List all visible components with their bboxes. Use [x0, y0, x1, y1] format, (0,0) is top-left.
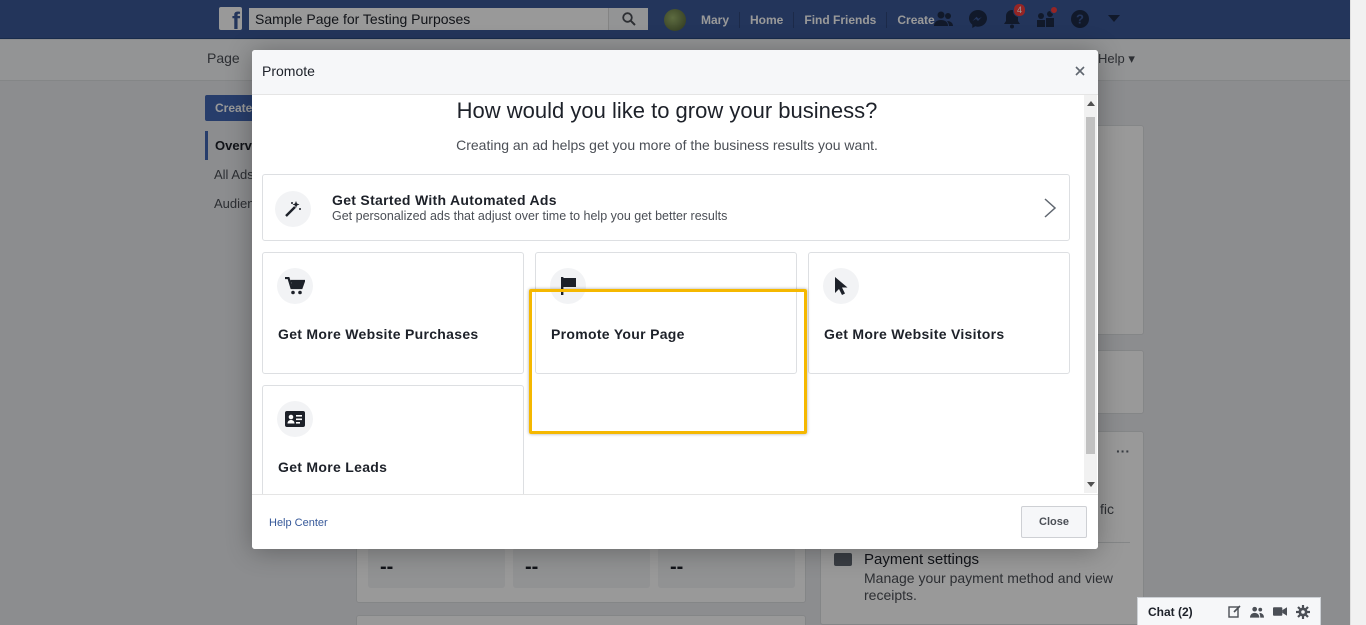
- option-label: Get More Website Purchases: [278, 326, 479, 342]
- option-label: Get More Leads: [278, 459, 388, 475]
- settings-gear-icon[interactable]: [1296, 604, 1310, 619]
- chat-label: Chat (2): [1148, 604, 1193, 619]
- dialog-heading: How would you like to grow your business…: [456, 98, 878, 123]
- help-center-link[interactable]: Help Center: [269, 517, 328, 529]
- scroll-down-arrow-icon[interactable]: [1087, 482, 1095, 487]
- close-button[interactable]: Close: [1021, 506, 1087, 538]
- group-chat-icon[interactable]: [1250, 605, 1264, 619]
- option-label: Get More Website Visitors: [824, 326, 1005, 342]
- dialog-body: How would you like to grow your business…: [252, 95, 1098, 494]
- magic-wand-icon: [275, 191, 311, 227]
- scrollbar-thumb[interactable]: [1086, 117, 1095, 454]
- dialog-footer: Help Center Close: [252, 494, 1098, 549]
- option-label: Promote Your Page: [551, 326, 685, 342]
- chevron-right-icon: [1044, 198, 1057, 218]
- close-icon[interactable]: [1072, 63, 1088, 79]
- video-call-icon[interactable]: [1273, 605, 1287, 619]
- compose-icon[interactable]: [1227, 605, 1241, 619]
- dialog-scrollbar[interactable]: [1084, 95, 1097, 493]
- dialog-title: Promote: [262, 63, 315, 79]
- automated-ads-title: Get Started With Automated Ads: [332, 192, 557, 208]
- chat-bar[interactable]: Chat (2): [1137, 597, 1321, 625]
- page-scrollbar[interactable]: [1350, 0, 1366, 625]
- automated-ads-description: Get personalized ads that adjust over ti…: [332, 209, 728, 223]
- scroll-up-arrow-icon[interactable]: [1087, 101, 1095, 106]
- promote-dialog: Promote How would you like to grow your …: [252, 50, 1098, 549]
- cart-icon: [277, 268, 313, 304]
- option-website-purchases[interactable]: Get More Website Purchases: [262, 252, 524, 374]
- cursor-icon: [823, 268, 859, 304]
- dialog-subheading: Creating an ad helps get you more of the…: [456, 137, 878, 153]
- option-leads[interactable]: Get More Leads: [262, 385, 524, 494]
- option-website-visitors[interactable]: Get More Website Visitors: [808, 252, 1070, 374]
- dialog-header: Promote: [252, 50, 1098, 95]
- flag-icon: [550, 268, 586, 304]
- option-promote-page[interactable]: Promote Your Page: [535, 252, 797, 374]
- automated-ads-option[interactable]: Get Started With Automated Ads Get perso…: [262, 174, 1070, 241]
- contact-card-icon: [277, 401, 313, 437]
